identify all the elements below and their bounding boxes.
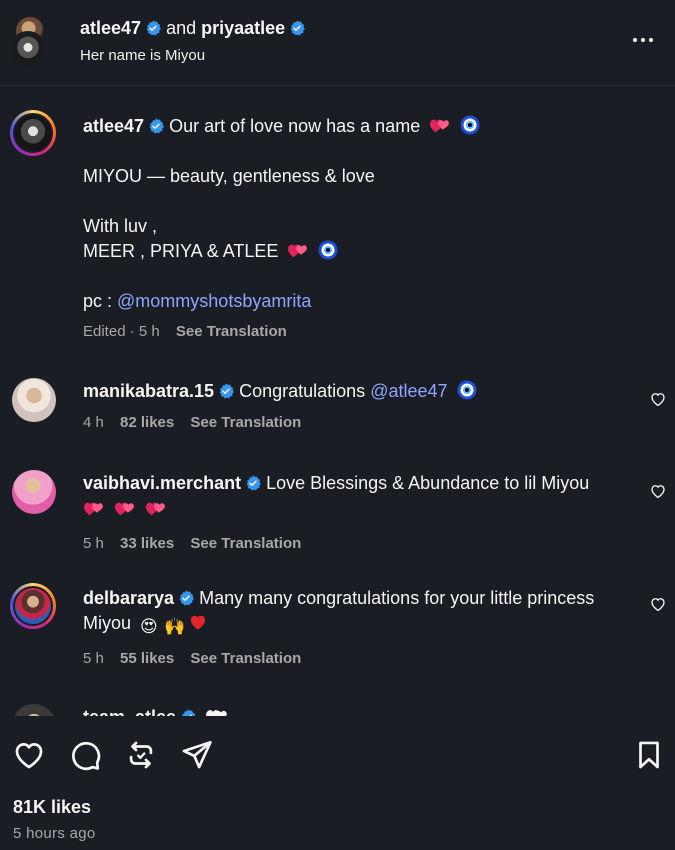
- post-actions: 81K likes 5 hours ago: [0, 716, 675, 850]
- header-joiner: and: [166, 18, 197, 38]
- comment-time: 5 h: [83, 535, 104, 552]
- comment-time: 4 h: [83, 414, 104, 431]
- verified-badge-icon: [145, 20, 161, 36]
- comment-meta: 5 h 55 likes See Translation: [83, 646, 630, 671]
- caption-avatar[interactable]: [10, 110, 56, 156]
- two-hearts-icon: [287, 240, 309, 260]
- comment-username[interactable]: team_atlee: [83, 707, 176, 716]
- caption-meta: Edited · 5 h See Translation: [83, 319, 630, 344]
- caption-pc-label: pc :: [83, 291, 113, 311]
- header-username-2[interactable]: priyaatlee: [201, 18, 285, 38]
- comment-likes[interactable]: 82 likes: [120, 414, 174, 431]
- comment-body: vaibhavi.merchant Love Blessings & Abund…: [83, 471, 630, 556]
- verified-badge-icon: [218, 383, 234, 399]
- comment-time: 5 h: [83, 650, 104, 667]
- see-translation-button[interactable]: See Translation: [190, 650, 301, 667]
- caption-line-1: Our art of love now has a name: [169, 116, 421, 136]
- see-translation-button[interactable]: See Translation: [190, 535, 301, 552]
- avatar[interactable]: [10, 583, 56, 629]
- verified-badge-icon: [180, 709, 196, 716]
- caption-body: atlee47 Our art of love now has a name M…: [83, 114, 630, 344]
- bookmark-icon[interactable]: [632, 738, 666, 772]
- see-translation-button[interactable]: See Translation: [176, 323, 287, 340]
- raising-hands-emoji-icon: 🙌: [164, 617, 186, 636]
- collab-avatars[interactable]: [10, 17, 50, 67]
- post-timestamp[interactable]: 5 hours ago: [13, 825, 96, 842]
- comment-likes[interactable]: 33 likes: [120, 535, 174, 552]
- verified-badge-icon: [245, 475, 261, 491]
- repost-icon[interactable]: [124, 738, 158, 772]
- red-heart-icon: [190, 615, 206, 630]
- nazar-amulet-icon: [318, 240, 338, 260]
- verified-badge-icon: [178, 590, 194, 606]
- verified-badge-icon: [289, 20, 305, 36]
- see-translation-button[interactable]: See Translation: [190, 414, 301, 431]
- avatar-atlee47: [10, 31, 46, 67]
- like-comment-heart-icon[interactable]: [649, 482, 667, 500]
- like-comment-heart-icon[interactable]: [649, 595, 667, 613]
- comment-text: Congratulations: [239, 381, 366, 401]
- comment-mention-link[interactable]: @atlee47: [370, 381, 447, 401]
- header-title: atlee47 and priyaatlee: [80, 18, 305, 39]
- nazar-amulet-icon: [457, 380, 477, 400]
- comment-username[interactable]: delbararya: [83, 588, 174, 608]
- comment-username[interactable]: vaibhavi.merchant: [83, 473, 241, 493]
- two-hearts-icon: [429, 115, 451, 135]
- two-hearts-icon: [114, 498, 136, 518]
- caption-mention-link[interactable]: @mommyshotsbyamrita: [117, 291, 311, 311]
- comment-text: Love Blessings & Abundance to lil Miyou: [266, 473, 590, 493]
- white-hearts-icon: [206, 710, 227, 716]
- caption-line-2: MIYOU — beauty, gentleness & love: [83, 166, 375, 186]
- two-hearts-icon: [83, 498, 105, 518]
- post-header: atlee47 and priyaatlee Her name is Miyou: [0, 0, 675, 86]
- avatar[interactable]: [12, 470, 56, 514]
- heart-eyes-emoji-icon: 😍: [140, 617, 158, 636]
- comment-body: team_atlee: [83, 705, 630, 716]
- avatar[interactable]: [12, 704, 56, 716]
- comment-meta: 5 h 33 likes See Translation: [83, 531, 630, 556]
- heart-icon[interactable]: [12, 738, 46, 772]
- like-comment-heart-icon[interactable]: [649, 390, 667, 408]
- comment-body: delbararya Many many congratulations for…: [83, 586, 630, 671]
- two-hearts-icon: [145, 498, 167, 518]
- header-subtitle[interactable]: Her name is Miyou: [80, 47, 205, 64]
- avatar[interactable]: [12, 378, 56, 422]
- comment-meta: 4 h 82 likes See Translation: [83, 410, 630, 435]
- nazar-amulet-icon: [460, 115, 480, 135]
- share-icon[interactable]: [180, 738, 214, 772]
- caption-line-4: MEER , PRIYA & ATLEE: [83, 241, 279, 261]
- caption-line-3: With luv ,: [83, 216, 158, 236]
- comment-username[interactable]: manikabatra.15: [83, 381, 214, 401]
- post-likes-count[interactable]: 81K likes: [13, 797, 91, 818]
- header-username-1[interactable]: atlee47: [80, 18, 141, 38]
- verified-badge-icon: [148, 118, 164, 134]
- comment-icon[interactable]: [68, 738, 102, 772]
- comments-list[interactable]: atlee47 Our art of love now has a name M…: [0, 86, 675, 716]
- more-icon[interactable]: [633, 30, 657, 50]
- comment-body: manikabatra.15 Congratulations @atlee47 …: [83, 379, 630, 435]
- caption-edited-time: Edited · 5 h: [83, 323, 160, 340]
- caption-username[interactable]: atlee47: [83, 116, 144, 136]
- comment-likes[interactable]: 55 likes: [120, 650, 174, 667]
